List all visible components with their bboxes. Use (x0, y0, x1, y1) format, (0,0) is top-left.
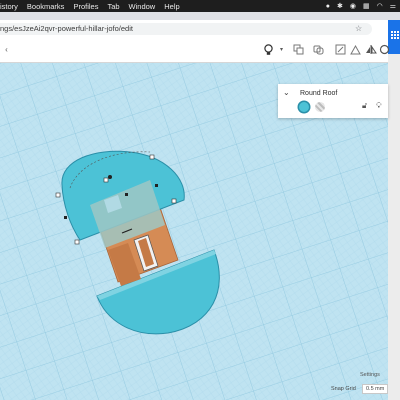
status-wifi-icon[interactable]: ◠ (377, 2, 383, 10)
status-grid-icon[interactable]: ▦ (363, 2, 370, 10)
align-icon[interactable] (349, 43, 362, 56)
menu-profiles[interactable]: Profiles (73, 2, 98, 11)
editor-toolbar: ▾ ‹ (0, 38, 391, 63)
group-icon[interactable] (334, 43, 347, 56)
resize-handle[interactable] (74, 239, 80, 245)
resize-handle[interactable] (55, 192, 61, 198)
shape-inspector-panel: ⌄ Round Roof (278, 84, 388, 118)
menu-bookmarks[interactable]: Bookmarks (27, 2, 65, 11)
duplicate-icon[interactable] (312, 43, 325, 56)
lightbulb-icon[interactable] (262, 43, 275, 56)
settings-link[interactable]: Settings (360, 372, 380, 378)
chevron-down-icon[interactable]: ▾ (275, 43, 288, 56)
resize-handle[interactable] (149, 154, 155, 160)
menu-window[interactable]: Window (129, 2, 156, 11)
mirror-icon[interactable] (364, 43, 377, 56)
snap-grid-label: Snap Grid (331, 386, 356, 392)
mac-menubar: istory Bookmarks Profiles Tab Window Hel… (0, 0, 400, 12)
menubar-status-icons: ● ✱ ◉ ▦ ◠ ⚌ (326, 0, 396, 12)
left-arrow-icon[interactable]: ‹ (0, 43, 13, 56)
mirror-ring-icon[interactable] (378, 43, 391, 56)
edge-handle[interactable] (155, 184, 158, 187)
browser-toolbar: ngs/esJzeAi2qvr-powerful-hillar-jofo/edi… (0, 20, 400, 39)
edge-handle[interactable] (64, 216, 67, 219)
shape-name[interactable]: Round Roof (300, 90, 337, 97)
apps-grid-icon (391, 31, 399, 39)
height-handle[interactable] (108, 175, 112, 179)
status-control-icon[interactable]: ⚌ (390, 2, 396, 10)
hole-swatch[interactable] (315, 102, 325, 112)
menu-history[interactable]: istory (0, 2, 18, 11)
menu-items: istory Bookmarks Profiles Tab Window Hel… (0, 2, 189, 11)
menu-tab[interactable]: Tab (107, 2, 119, 11)
resize-handle[interactable] (103, 177, 109, 183)
resize-handle[interactable] (171, 198, 177, 204)
snap-grid-select[interactable]: 0.5 mm (362, 384, 388, 394)
status-bluetooth-icon[interactable]: ✱ (337, 2, 343, 10)
status-app-icon[interactable]: ● (326, 3, 330, 10)
bookmark-star-icon[interactable]: ☆ (355, 24, 362, 33)
visible-icon[interactable]: 💡︎ (376, 101, 382, 111)
lock-icon[interactable]: 🔓︎ (362, 101, 367, 111)
address-bar-url[interactable]: ngs/esJzeAi2qvr-powerful-hillar-jofo/edi… (0, 24, 133, 33)
status-shield-icon[interactable]: ◉ (350, 2, 356, 10)
right-side-strip (388, 54, 400, 400)
solid-color-swatch[interactable] (299, 102, 309, 112)
browser-tabstrip (0, 12, 400, 20)
menu-help[interactable]: Help (164, 2, 179, 11)
collapse-chevron-icon[interactable]: ⌄ (283, 88, 290, 97)
copy-icon[interactable] (292, 43, 305, 56)
edge-handle[interactable] (125, 193, 128, 196)
